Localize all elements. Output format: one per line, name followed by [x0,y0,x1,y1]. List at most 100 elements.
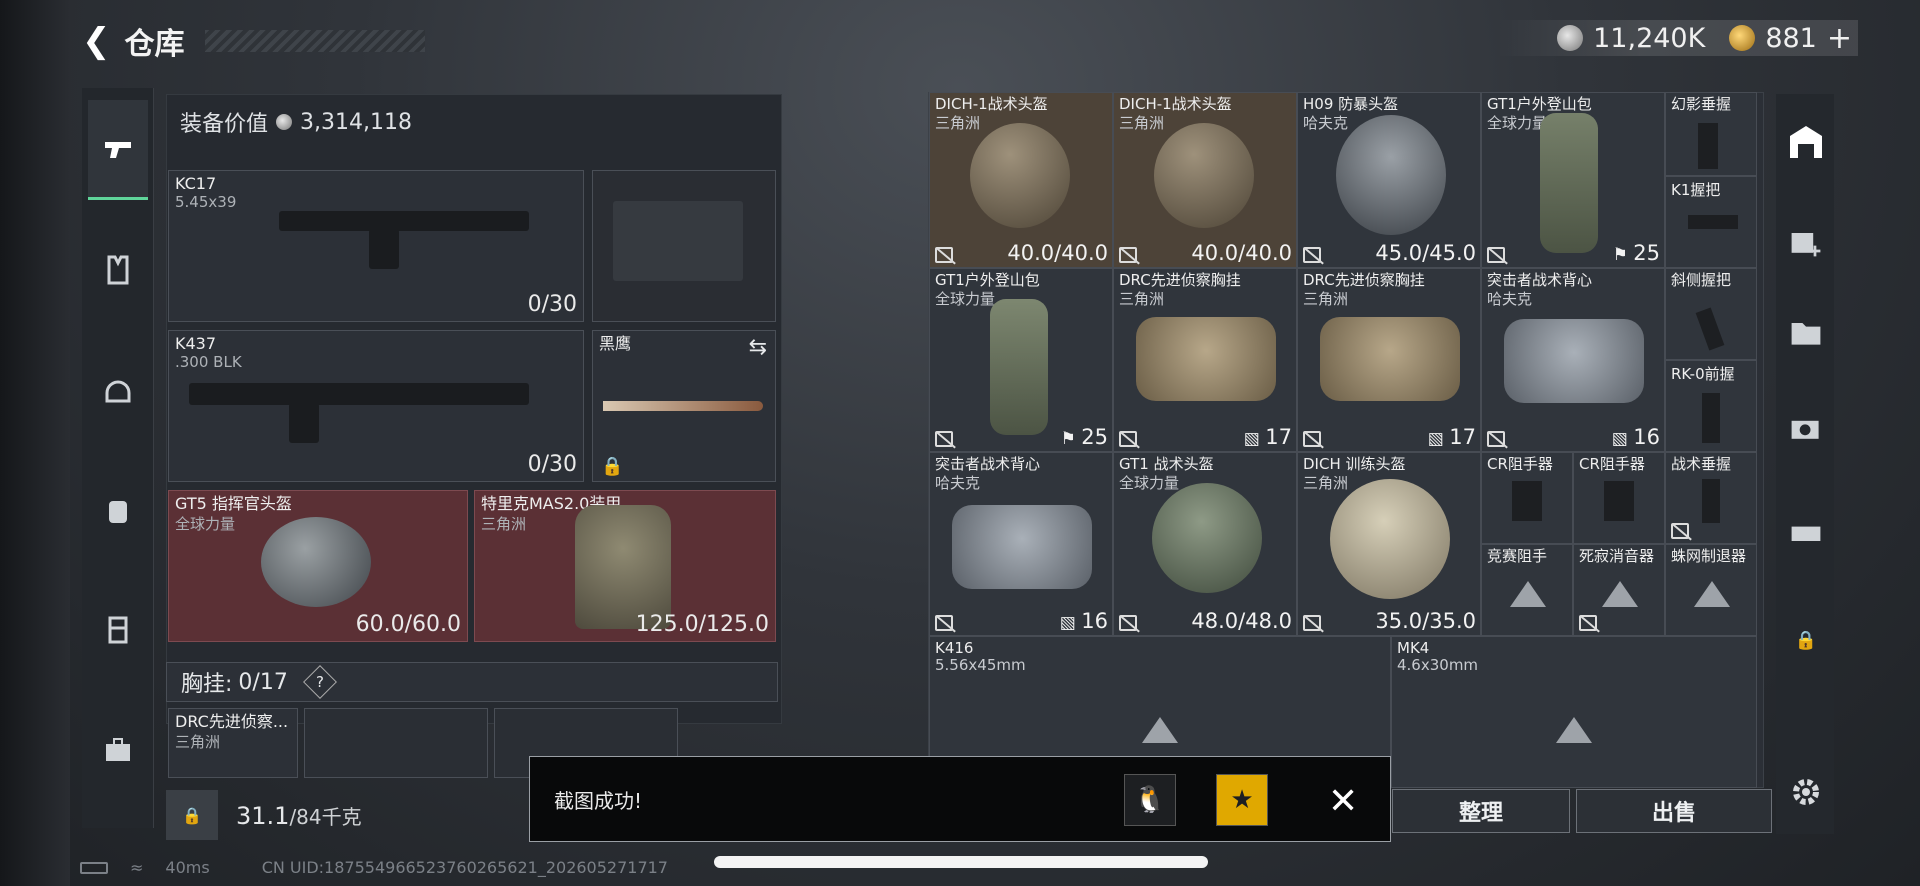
item-name: GT1户外登山包 [1487,95,1592,113]
warehouse-icon[interactable] [1784,120,1828,164]
grip-image [1702,393,1720,443]
item-cell[interactable]: GT1户外登山包 全球力量 ⚑ 25 [1481,92,1665,268]
backpack-icon [109,501,127,523]
item-durability: 35.0/35.0 [1375,609,1476,633]
item-cell[interactable]: H09 防暴头盔 哈夫克 45.0/45.0 [1297,92,1481,268]
item-cell[interactable]: GT1 战术头盔 全球力量 48.0/48.0 [1113,452,1297,636]
silver-amount: 11,240K [1593,22,1706,54]
chest-rig-icon [108,616,128,644]
item-cell[interactable]: DRC先进侦察胸挂 三角洲 ▧ 17 [1113,268,1297,452]
rack-container-icon[interactable] [1784,510,1828,554]
item-cell[interactable]: 竞赛阻手 [1481,544,1573,636]
settings-gear-icon[interactable] [1786,772,1826,812]
star-icon: ★ [1230,785,1254,815]
add-container-icon[interactable] [1784,220,1828,264]
item-brand: 哈夫克 [1303,114,1349,132]
add-gold-button[interactable]: + [1827,21,1852,56]
share-qzone-button[interactable]: ★ [1216,774,1268,826]
rifle-mag [369,229,399,269]
weight-readout: 31.1/84千克 [236,801,362,830]
item-cell[interactable]: RK-0前握 [1665,360,1757,452]
item-cell[interactable]: DICH 训练头盔 三角洲 35.0/35.0 [1297,452,1481,636]
back-icon[interactable]: ❮ [82,21,111,61]
penguin-icon: 🐧 [1133,785,1167,815]
item-cell[interactable]: DRC先进侦察胸挂 三角洲 ▧ 17 [1297,268,1481,452]
helmet-slot[interactable]: GT5 指挥官头盔 全球力量 60.0/60.0 [168,490,468,642]
armor-image [575,505,671,629]
armor-slot[interactable]: 特里克MAS2.0装甲 三角洲 125.0/125.0 [474,490,776,642]
no-insurance-icon [935,615,953,631]
item-cell[interactable]: GT1户外登山包 全球力量 ⚑ 25 [929,268,1113,452]
folder-container-icon[interactable] [1784,310,1828,354]
nav-case[interactable] [88,720,148,780]
grip-image [1695,307,1725,351]
grip-image [1698,123,1718,169]
item-name: K416 [935,639,974,657]
nav-armor[interactable] [88,240,148,300]
helmet-image [1330,479,1450,599]
page-title: 仓库 [124,27,185,62]
chest-rig-image [1136,317,1276,401]
item-cell[interactable]: 突击者战术背心 哈夫克 ▧ 16 [1481,268,1665,452]
nav-chest[interactable] [88,600,148,660]
item-cell[interactable]: K1握把 [1665,176,1757,268]
home-indicator[interactable] [714,856,1208,868]
help-button[interactable]: ? [302,665,337,699]
value-amount: 3,314,118 [300,109,412,135]
knife-image [603,401,763,411]
item-capacity: ▧ 17 [1243,425,1292,449]
item-cell[interactable]: CR阻手器 [1481,452,1573,544]
helmet-image [1152,483,1262,593]
help-icon: ? [315,673,324,691]
chest-empty-slot[interactable] [304,708,488,778]
chest-rig-slot[interactable]: DRC先进侦察... 三角洲 [168,708,298,778]
item-brand: 三角洲 [1119,290,1165,308]
armor-brand: 三角洲 [481,515,527,533]
item-name: CR阻手器 [1579,455,1645,473]
nav-weapons[interactable] [88,100,148,200]
item-cell[interactable]: MK4 4.6x30mm [1391,636,1757,788]
item-brand: 全球力量 [1119,474,1180,492]
grip-image [1512,481,1542,521]
toast-message: 截图成功! [554,788,643,813]
item-cell[interactable]: DICH-1战术头盔 三角洲 40.0/40.0 [1113,92,1297,268]
nav-helmet[interactable] [88,360,148,420]
item-cell[interactable]: 蛛网制退器 [1665,544,1757,636]
chest-label: 胸挂: [181,672,233,697]
sort-button[interactable]: 整理 [1392,789,1570,833]
item-cell[interactable]: DICH-1战术头盔 三角洲 40.0/40.0 [929,92,1113,268]
pistol-slot[interactable] [592,170,776,322]
vest-icon: ▧ [1059,613,1082,633]
unknown-item-icon [1142,717,1178,743]
tactical-vest-image [1504,319,1644,403]
primary-weapon-slot[interactable]: KC17 5.45x39 0/30 [168,170,584,322]
no-insurance-icon [935,431,953,447]
item-cell[interactable]: 死寂消音器 [1573,544,1665,636]
item-name: MK4 [1397,639,1430,657]
item-cell[interactable]: CR阻手器 [1573,452,1665,544]
item-brand: 三角洲 [1303,474,1349,492]
weight-lock-icon[interactable]: 🔒 [166,790,218,840]
no-insurance-icon [1671,523,1689,539]
secondary-weapon-slot[interactable]: K437 .300 BLK 0/30 [168,330,584,482]
item-name: DRC先进侦察胸挂 [1303,271,1425,289]
camera-container-icon[interactable] [1784,406,1828,450]
item-cell[interactable]: 战术垂握 [1665,452,1757,544]
sell-button[interactable]: 出售 [1576,789,1772,833]
melee-slot[interactable]: 黑鹰 ⇆ 🔒 [592,330,776,482]
item-cell[interactable]: 幻影垂握 [1665,92,1757,176]
close-icon[interactable]: ✕ [1328,781,1358,822]
item-name: RK-0前握 [1671,365,1735,383]
chest-item-name: DRC先进侦察... [175,712,289,731]
nav-backpack[interactable] [88,480,148,540]
swap-icon[interactable]: ⇆ [749,335,767,360]
vest-icon: ▧ [1243,429,1266,449]
item-cell[interactable]: 斜侧握把 [1665,268,1757,360]
container-bar: 🔒 [1776,94,1834,834]
ammo-count: 0/30 [527,292,577,317]
weapon-ammo: 5.45x39 [175,193,237,211]
item-cell[interactable]: 突击者战术背心 哈夫克 ▧ 16 [929,452,1113,636]
vest-icon: ▧ [1611,429,1634,449]
share-qq-button[interactable]: 🐧 [1124,774,1176,826]
bag-icon: ⚑ [1612,245,1634,265]
